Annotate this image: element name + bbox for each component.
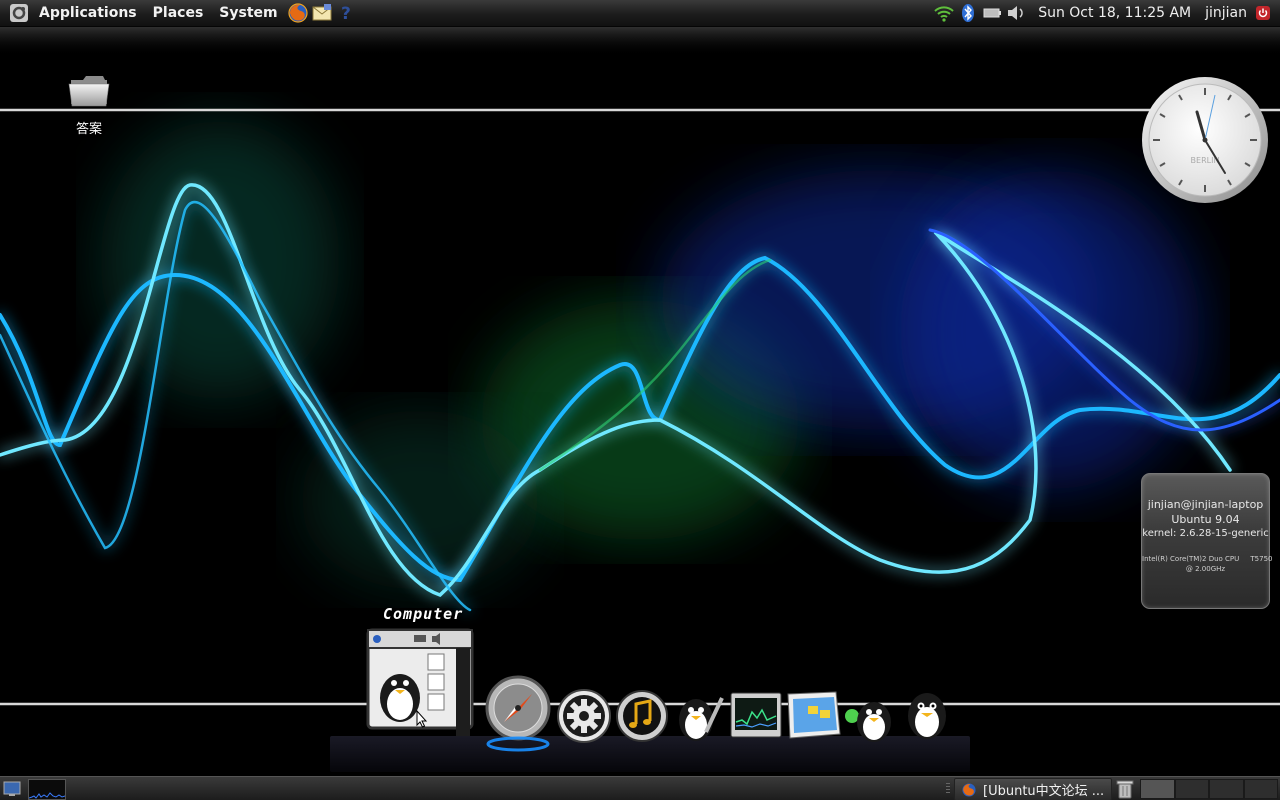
help-icon[interactable]: ?	[335, 2, 357, 24]
dock-item-messenger[interactable]	[842, 690, 896, 748]
clock-widget[interactable]: BERLIN	[1140, 75, 1270, 209]
dock-hover-label: Computer	[383, 605, 464, 623]
user-menu[interactable]: jinjian	[1205, 5, 1247, 21]
shutdown-icon[interactable]	[1252, 2, 1274, 24]
tux-messenger-icon	[845, 702, 891, 742]
trash-icon[interactable]	[1114, 778, 1136, 800]
desktop-icon-label: 答案	[75, 122, 102, 137]
dock-item-file-manager[interactable]	[786, 690, 842, 744]
dock-item-tux[interactable]	[902, 686, 952, 748]
top-panel: Applications Places System ? Sun Oct 18,…	[0, 0, 1280, 27]
show-desktop-icon[interactable]	[2, 779, 22, 799]
desktop-icon-folder[interactable]: 答案	[58, 70, 120, 137]
menu-system[interactable]: System	[211, 0, 285, 26]
tux-icon	[908, 693, 946, 739]
sysinfo-cpu: Intel(R) Core(TM)2 Duo CPU T5750	[1142, 555, 1273, 563]
compass-icon	[485, 675, 551, 752]
dock-item-editor[interactable]	[672, 688, 724, 748]
sysinfo-kernel: kernel: 2.6.28-15-generic	[1142, 528, 1269, 539]
panel-clock[interactable]: Sun Oct 18, 11:25 AM	[1038, 5, 1191, 21]
workspace-switcher[interactable]	[1140, 779, 1278, 799]
menu-places[interactable]: Places	[145, 0, 212, 26]
bluetooth-icon[interactable]	[957, 2, 979, 24]
taskbar-button-label: [Ubuntu中文论坛 ...	[983, 784, 1105, 799]
firefox-icon	[962, 782, 976, 797]
folder-window-icon	[787, 691, 841, 739]
music-icon	[616, 690, 668, 742]
workspace-1[interactable]	[1140, 779, 1175, 799]
panel-grip	[946, 783, 950, 795]
workspace-4[interactable]	[1243, 779, 1278, 799]
battery-icon[interactable]	[981, 2, 1003, 24]
dock-item-system-monitor[interactable]	[730, 692, 782, 742]
ubuntu-logo-icon[interactable]	[8, 2, 30, 24]
workspace-2[interactable]	[1174, 779, 1209, 799]
network-wireless-icon[interactable]	[933, 2, 955, 24]
wallpaper	[0, 26, 1280, 706]
cursor	[416, 709, 428, 732]
mail-icon[interactable]	[311, 2, 333, 24]
bottom-panel: [Ubuntu中文论坛 ...	[0, 776, 1280, 800]
dock-item-music[interactable]	[616, 690, 668, 746]
folder-icon	[68, 76, 110, 107]
monitor-icon	[730, 692, 782, 738]
system-info-widget[interactable]: jinjian@jinjian-laptop Ubuntu 9.04 kerne…	[1141, 473, 1273, 609]
svg-text:?: ?	[341, 4, 351, 24]
tux-pencil-icon	[679, 697, 724, 741]
taskbar-button[interactable]: [Ubuntu中文论坛 ...	[954, 778, 1112, 800]
firefox-icon[interactable]	[287, 2, 309, 24]
sysinfo-os: Ubuntu 9.04	[1171, 513, 1240, 526]
dock-item-settings[interactable]	[556, 688, 612, 748]
dock-item-browser[interactable]	[484, 672, 552, 756]
workspace-3[interactable]	[1209, 779, 1244, 799]
sysinfo-user-host: jinjian@jinjian-laptop	[1147, 498, 1264, 511]
menu-applications[interactable]: Applications	[31, 0, 145, 26]
volume-icon[interactable]	[1005, 2, 1027, 24]
desktop[interactable]: Applications Places System ? Sun Oct 18,…	[0, 0, 1280, 800]
gear-icon	[557, 689, 611, 743]
sysinfo-cpu-speed: @ 2.00GHz	[1185, 565, 1226, 573]
system-monitor-applet[interactable]	[28, 779, 66, 800]
